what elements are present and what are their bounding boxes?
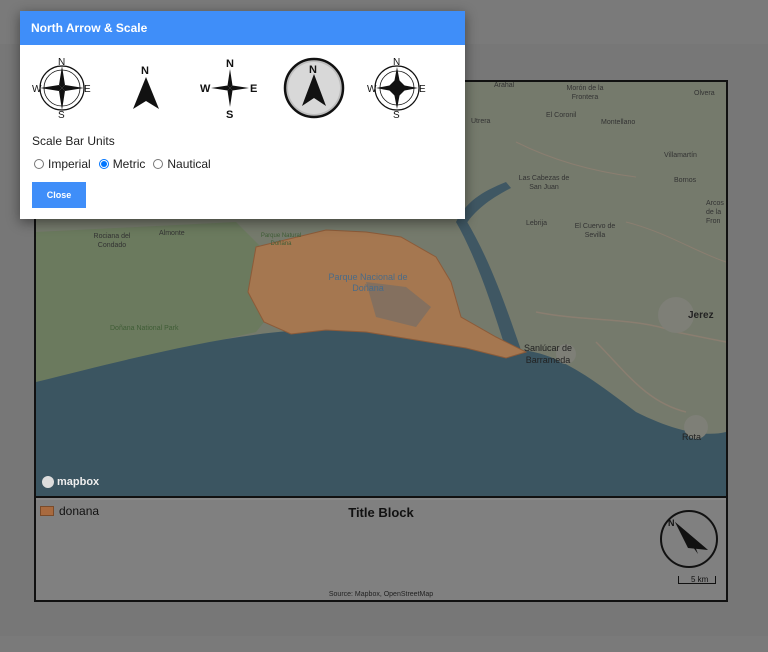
svg-text:W: W xyxy=(32,84,42,95)
mapbox-logo[interactable]: mapbox xyxy=(42,476,99,488)
unit-option-nautical[interactable]: Nautical xyxy=(151,157,211,171)
svg-text:N: N xyxy=(141,65,149,77)
ornate-compass-icon[interactable]: N S W E xyxy=(367,57,427,119)
layout-north-arrow-icon[interactable]: N xyxy=(658,508,720,575)
north-arrow-scale-dialog: North Arrow & Scale N S W E N N S W E N … xyxy=(20,11,465,219)
svg-text:W: W xyxy=(200,83,211,95)
map-label-jerez: Jerez xyxy=(688,310,714,321)
map-label-arahal: Arahal xyxy=(494,82,515,89)
legend-area: donana Title Block N 5 km Source: Mapbox… xyxy=(36,500,726,600)
metric-radio[interactable] xyxy=(98,159,109,169)
map-label-rota: Rota xyxy=(682,432,702,442)
scale-label: 5 km xyxy=(691,575,709,584)
map-label-montellano: Montellano xyxy=(601,119,636,126)
svg-text:E: E xyxy=(250,83,257,95)
arrow-style-options: N S W E N N S W E N N S W E xyxy=(20,57,465,119)
scale-units-radio-group: Imperial Metric Nautical xyxy=(32,157,217,171)
unit-option-imperial[interactable]: Imperial xyxy=(32,157,91,171)
mapbox-icon xyxy=(42,476,54,488)
svg-text:S: S xyxy=(393,110,400,119)
map-label-villamartin: Villamartín xyxy=(664,152,697,159)
svg-text:N: N xyxy=(58,57,65,68)
source-attribution: Source: Mapbox, OpenStreetMap xyxy=(328,591,434,598)
map-label-lebrija: Lebrija xyxy=(526,220,548,227)
imperial-radio[interactable] xyxy=(34,159,44,169)
map-label-olvera: Olvera xyxy=(694,90,715,97)
four-point-star-icon[interactable]: N S W E xyxy=(200,57,260,119)
map-label-almonte: Almonte xyxy=(159,230,185,237)
map-label-bornos: Bornos xyxy=(674,177,697,184)
svg-text:N: N xyxy=(226,58,234,70)
map-label-parque-natural: Parque Natural Doñana xyxy=(260,233,302,247)
compass-rose-icon[interactable]: N S W E xyxy=(32,57,92,119)
svg-text:N: N xyxy=(393,57,400,68)
dialog-title: North Arrow & Scale xyxy=(20,11,465,45)
svg-text:S: S xyxy=(58,110,65,119)
title-block[interactable]: Title Block xyxy=(36,505,726,520)
simple-north-arrow-icon[interactable]: N xyxy=(116,57,176,119)
map-label-donana-np: Doñana National Park xyxy=(110,325,179,332)
svg-text:W: W xyxy=(367,84,377,95)
map-label-arcos: Arcos de la Fron xyxy=(706,200,724,225)
svg-text:E: E xyxy=(84,84,91,95)
map-label-utrera: Utrera xyxy=(471,118,491,125)
nautical-radio[interactable] xyxy=(153,159,164,169)
scale-units-heading: Scale Bar Units xyxy=(32,134,115,148)
close-button[interactable]: Close xyxy=(32,182,86,208)
svg-text:N: N xyxy=(309,64,317,76)
unit-option-metric[interactable]: Metric xyxy=(97,157,145,171)
map-label-rociana: Rociana del Condado xyxy=(93,233,131,249)
circle-north-arrow-icon[interactable]: N xyxy=(283,57,345,119)
svg-text:E: E xyxy=(419,84,426,95)
map-label-sanlucar: Sanlúcar de Barrameda xyxy=(523,343,573,365)
map-label-park: Parque Nacional de Doñana xyxy=(328,272,408,293)
map-label-moron: Morón de la Frontera xyxy=(566,85,604,101)
svg-text:N: N xyxy=(668,518,675,528)
map-label-cuervo: El Cuervo de Sevilla xyxy=(574,223,616,239)
map-label-coronil: El Coronil xyxy=(546,112,577,119)
svg-text:S: S xyxy=(226,109,233,119)
map-label-cabezas: Las Cabezas de San Juan xyxy=(518,175,570,191)
